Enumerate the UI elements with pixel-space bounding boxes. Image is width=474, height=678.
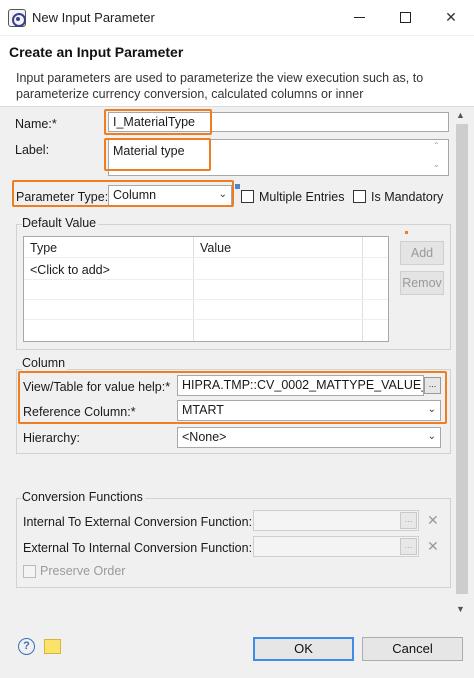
scroll-thumb[interactable] [456,124,468,594]
default-value-table[interactable]: Type Value <Click to add> [23,236,389,342]
hierarchy-value: <None> [182,430,227,444]
eclipse-app-icon [8,9,26,27]
button-bar: ? OK Cancel [0,626,474,678]
dialog-header: Create an Input Parameter Input paramete… [0,36,474,106]
parameter-type-select[interactable]: Column ⌄ [108,185,232,206]
view-table-label: View/Table for value help:* [23,380,171,394]
scroll-up-arrow-icon[interactable]: ▲ [456,110,465,120]
int-to-ext-clear-icon[interactable]: ✕ [427,512,439,529]
reference-column-value: MTART [182,403,224,417]
column-divider [193,237,194,341]
row-divider [24,319,388,320]
help-icon[interactable]: ? [18,638,35,655]
column-group-title: Column [22,356,68,370]
row-divider [24,257,388,258]
chevron-down-icon: ⌄ [427,404,436,415]
table-header-type[interactable]: Type [24,237,63,257]
name-label: Name:* [15,117,57,131]
ext-to-int-browse-button: ... [400,538,417,555]
label-textarea[interactable]: Material type [108,139,449,176]
maximize-icon [399,11,411,23]
ext-to-int-clear-icon[interactable]: ✕ [427,538,439,555]
parameter-type-value: Column [113,188,157,202]
close-button[interactable]: ✕ [428,0,474,34]
multiple-entries-label: Multiple Entries [259,190,345,204]
maximize-button[interactable] [382,0,428,34]
orange-marker [405,231,408,234]
textarea-scroll-down-icon[interactable]: ⌄ [433,160,440,169]
scroll-down-arrow-icon[interactable]: ▼ [456,604,465,614]
int-to-ext-input [253,510,419,531]
parameter-type-label: Parameter Type: [16,190,109,204]
ext-to-int-label: External To Internal Conversion Function… [23,541,253,555]
remove-button[interactable]: Remov [400,271,444,295]
close-icon: ✕ [445,8,457,25]
minimize-icon [353,16,365,18]
dialog-description: Input parameters are used to parameteriz… [16,71,424,101]
row-divider [24,299,388,300]
is-mandatory-checkbox[interactable] [353,190,366,203]
reference-column-select[interactable]: MTART ⌄ [177,400,441,421]
window-title: New Input Parameter [32,10,155,25]
int-to-ext-label: Internal To External Conversion Function… [23,515,253,529]
ext-to-int-input [253,536,419,557]
preserve-order-checkbox [23,565,36,578]
reference-column-label: Reference Column:* [23,405,136,419]
name-input[interactable]: I_MaterialType [108,112,449,132]
hierarchy-label: Hierarchy: [23,431,80,445]
info-marker-icon [235,184,240,189]
chevron-down-icon: ⌄ [218,189,227,200]
default-value-group-title: Default Value [22,216,99,230]
content-scrollbar[interactable]: ▲ ▼ [453,108,471,624]
hierarchy-select[interactable]: <None> ⌄ [177,427,441,448]
label-label: Label: [15,143,50,157]
preserve-order-label: Preserve Order [40,564,126,578]
int-to-ext-browse-button: ... [400,512,417,529]
is-mandatory-label: Is Mandatory [371,190,444,204]
add-button[interactable]: Add [400,241,444,265]
table-header-value[interactable]: Value [194,237,237,257]
dialog-title: Create an Input Parameter [9,44,184,60]
view-table-browse-button[interactable]: ... [424,377,441,394]
table-row[interactable]: <Click to add> [30,263,110,277]
note-icon[interactable] [44,639,61,654]
row-divider [24,279,388,280]
column-divider [362,237,363,341]
chevron-down-icon: ⌄ [427,431,436,442]
conversion-functions-group-title: Conversion Functions [22,490,145,504]
minimize-button[interactable] [336,0,382,34]
title-bar: New Input Parameter ✕ [0,0,474,36]
multiple-entries-checkbox[interactable] [241,190,254,203]
cancel-button[interactable]: Cancel [362,637,463,661]
textarea-scroll-up-icon[interactable]: ⌃ [433,141,440,150]
ok-button[interactable]: OK [253,637,354,661]
view-table-input[interactable]: HIPRA.TMP::CV_0002_MATTYPE_VALUE_HELP [177,375,424,396]
